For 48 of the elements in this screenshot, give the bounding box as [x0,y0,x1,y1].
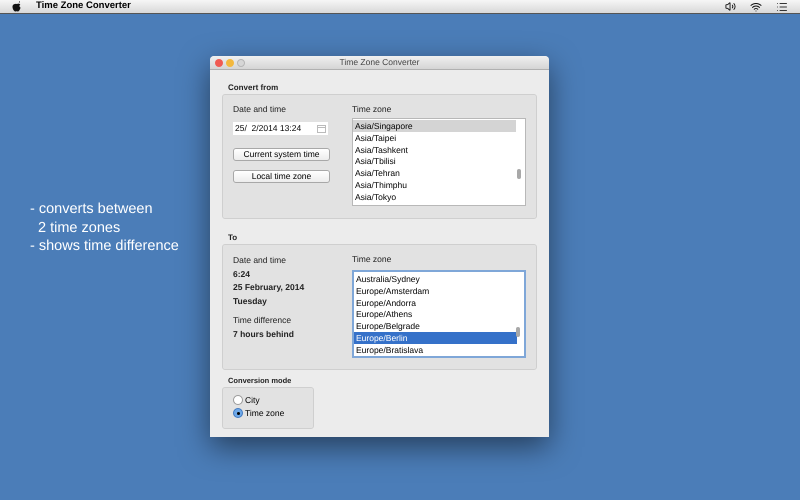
radio-button[interactable] [233,408,243,418]
date-time-field[interactable]: 25/ 2/2014 13:24 [233,122,328,135]
wifi-icon[interactable] [750,0,762,12]
time-difference: 7 hours behind [233,328,295,340]
time-zone-list[interactable]: Asia/Singapore Asia/Taipei Asia/Tashkent Asia/Tbilisi Asia/Tehran Asia/Thimphu Asia/Tokyo [352,118,526,206]
time-zone-item[interactable]: Europe/Amsterdam [354,284,517,297]
caption-line: 2 time zones [37,218,122,237]
caption-line: - shows time difference [30,237,180,256]
volume-icon[interactable] [725,1,736,12]
radio-option[interactable]: Time zone [233,407,313,419]
time-zone-item[interactable]: Australia/Sydney [354,273,517,285]
field-label: Date and time [233,254,287,267]
converted-weekday: Tuesday [233,294,268,308]
converted-time: 6:24 [233,268,252,280]
action-button[interactable]: Local time zone [233,170,330,183]
time-zone-item[interactable]: Asia/Thimphu [353,178,516,191]
time-zone-item[interactable]: Asia/Tehran [353,167,516,179]
converted-date: 25 February, 2014 [233,281,306,294]
caption-line: - converts between [30,200,154,218]
field-label: Time zone [352,254,392,264]
window-title: Time Zone Converter [340,56,420,69]
time-zone-item[interactable]: Europe/Andorra [354,296,517,308]
field-label: Time difference [233,314,292,327]
scrollbar-thumb[interactable] [516,327,520,337]
app-name[interactable]: Time Zone Converter [36,0,131,14]
time-zone-item[interactable]: Europe/Belgrade [354,320,517,332]
time-zone-item[interactable]: Asia/Tashkent [353,144,516,156]
time-zone-item[interactable]: Asia/Taipei [353,132,516,144]
calendar-icon[interactable] [317,124,326,133]
section-title: Convert from [227,83,280,93]
action-button[interactable]: Current system time [233,148,330,161]
time-zone-item[interactable]: Asia/Tokyo [353,190,516,203]
time-zone-item[interactable]: Asia/Singapore [353,120,516,132]
field-label: Date and time [233,104,287,114]
time-zone-item[interactable]: Asia/Tbilisi [353,155,516,168]
apple-icon[interactable] [12,1,22,12]
time-zone-list[interactable]: Australia/Sydney Europe/Amsterdam Europe/Andorra Europe/Athens Europe/Belgrade Europe/Berlin Europe/Bratislava [352,270,526,358]
close-button[interactable] [215,58,223,66]
radio-option[interactable]: City [233,394,313,406]
time-zone-item[interactable]: Europe/Athens [354,308,517,320]
section-title: To [227,233,238,243]
zoom-button[interactable] [237,58,245,66]
minimize-button[interactable] [226,58,234,66]
time-zone-item[interactable]: Europe/Bratislava [354,344,517,356]
scrollbar-thumb[interactable] [517,169,521,179]
field-label: Time zone [352,104,392,114]
radio-button[interactable] [233,395,243,405]
time-zone-item[interactable]: Europe/Berlin [354,332,517,344]
